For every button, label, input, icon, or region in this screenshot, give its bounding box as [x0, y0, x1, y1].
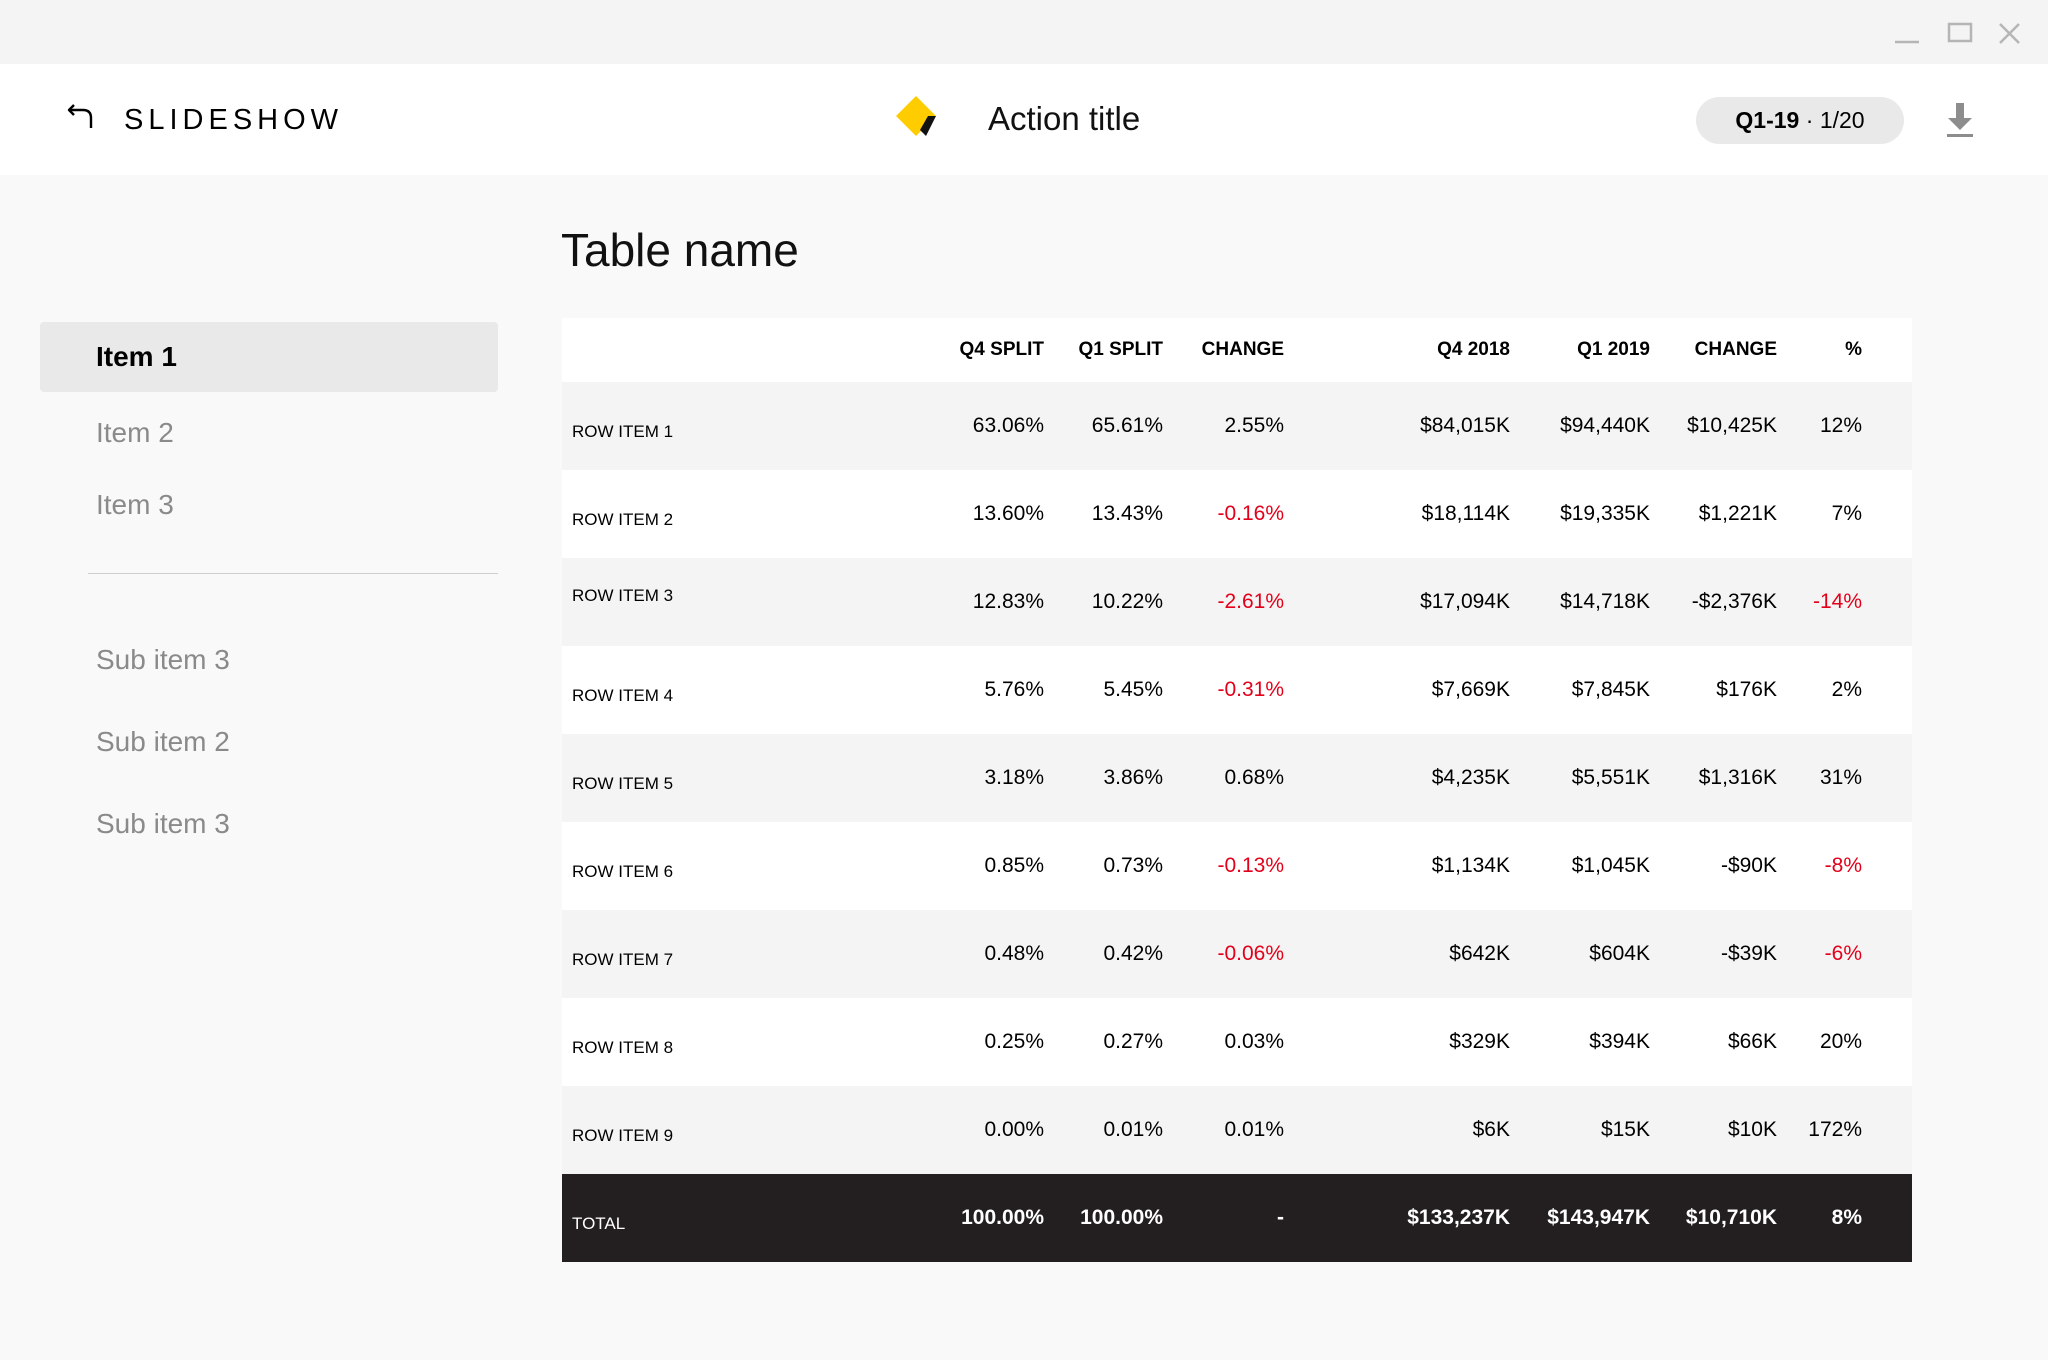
q1-2019-cell: $94,440K — [1560, 414, 1650, 437]
sidebar-sub-item-1[interactable]: Sub item 3 — [96, 644, 230, 676]
pct-cell: 7% — [1831, 502, 1862, 525]
minimize-icon[interactable] — [1892, 18, 1922, 48]
q1-2019-cell: $394K — [1589, 1030, 1650, 1053]
app-title: SLIDESHOW — [124, 104, 344, 136]
q4-2018-cell: $642K — [1449, 942, 1510, 965]
period-separator: · — [1805, 107, 1814, 133]
q4-2018-cell: $7,669K — [1431, 678, 1510, 701]
row-label: ROW ITEM 8 — [572, 1038, 674, 1057]
maximize-icon[interactable] — [1945, 18, 1975, 48]
pct-cell: -14% — [1812, 590, 1862, 613]
table-row: ROW ITEM 4 5.76% 5.45% -0.31% $7,669K $7,845K… — [562, 646, 1912, 734]
q1-split-cell: 0.27% — [1103, 1030, 1163, 1053]
table-row: ROW ITEM 2 13.60% 13.43% -0.16% $18,114K $19,… — [562, 470, 1912, 558]
row-label: ROW ITEM 2 — [572, 510, 674, 529]
pct-cell: 20% — [1819, 1030, 1862, 1053]
pct-cell: 172% — [1808, 1118, 1862, 1141]
split-change-cell: -2.61% — [1217, 590, 1284, 613]
q1-split-cell: 10.22% — [1091, 590, 1163, 613]
q4-2018-cell: $4,235K — [1431, 766, 1510, 789]
q1-2019-cell: $15K — [1600, 1118, 1650, 1141]
split-change-cell: - — [1277, 1206, 1284, 1229]
row-label: ROW ITEM 7 — [572, 950, 674, 969]
row-label: ROW ITEM 9 — [572, 1126, 674, 1145]
q1-2019-cell: $5,551K — [1571, 766, 1650, 789]
q1-2019-cell: $14,718K — [1560, 590, 1650, 613]
action-title: Action title — [988, 100, 1141, 137]
table-row: ROW ITEM 7 0.48% 0.42% -0.06% $642K $604K -$39… — [562, 910, 1912, 998]
split-change-cell: -0.31% — [1217, 678, 1284, 701]
column-header: CHANGE — [1201, 339, 1284, 360]
back-arrow-icon[interactable] — [66, 101, 96, 131]
q1-split-cell: 13.43% — [1091, 502, 1163, 525]
page-indicator: 1/20 — [1819, 107, 1865, 133]
table-row: ROW ITEM 9 0.00% 0.01% 0.01% $6K $15K $10K 172% — [562, 1086, 1912, 1174]
q1-split-cell: 3.86% — [1103, 766, 1163, 789]
q1-2019-cell: $604K — [1589, 942, 1650, 965]
q1-split-cell: 0.42% — [1103, 942, 1163, 965]
q4-2018-cell: $329K — [1449, 1030, 1510, 1053]
brand-logo-icon — [896, 96, 936, 136]
row-label: ROW ITEM 5 — [572, 774, 674, 793]
period-indicator[interactable]: Q1-19 · 1/20 — [1696, 97, 1904, 144]
row-label: ROW ITEM 4 — [572, 686, 674, 705]
row-label: ROW ITEM 6 — [572, 862, 674, 881]
table-header-row: Q4 SPLIT Q1 SPLIT CHANGE Q4 2018 Q1 2019 CHAN… — [562, 318, 1912, 382]
pct-cell: -6% — [1824, 942, 1862, 965]
q1-split-cell: 0.73% — [1103, 854, 1163, 877]
pct-cell: 2% — [1831, 678, 1862, 701]
table-row: ROW ITEM 1 63.06% 65.61% 2.55% $84,015K $94,4… — [562, 382, 1912, 470]
q1-2019-cell: $7,845K — [1571, 678, 1650, 701]
column-header: Q4 2018 — [1437, 339, 1510, 360]
q1-2019-cell: $19,335K — [1560, 502, 1650, 525]
q1-split-cell: 5.45% — [1103, 678, 1163, 701]
column-header: Q1 2019 — [1577, 339, 1650, 360]
column-header: Q1 SPLIT — [1078, 339, 1163, 360]
row-label: ROW ITEM 3 — [572, 586, 674, 605]
split-change-cell: -0.06% — [1217, 942, 1284, 965]
sidebar-item-1[interactable]: Item 1 — [40, 322, 498, 392]
column-header: % — [1845, 339, 1862, 360]
sidebar-sub-item-2[interactable]: Sub item 2 — [96, 726, 230, 758]
q1-2019-cell: $143,947K — [1547, 1206, 1650, 1229]
close-icon[interactable] — [1995, 18, 2025, 48]
split-change-cell: 0.03% — [1224, 1030, 1284, 1053]
q1-2019-cell: $1,045K — [1571, 854, 1650, 877]
table-row: ROW ITEM 3 12.83% 10.22% -2.61% $17,094K $14,… — [562, 558, 1912, 646]
table-total-row: TOTAL 100.00% 100.00% - $133,237K $143,947K $1… — [562, 1174, 1912, 1262]
row-label: ROW ITEM 1 — [572, 422, 674, 441]
data-table: Q4 SPLIT Q1 SPLIT CHANGE Q4 2018 Q1 2019 CHAN… — [562, 318, 1912, 1262]
q4-2018-cell: $18,114K — [1421, 502, 1510, 525]
q4-2018-cell: $1,134K — [1431, 854, 1510, 877]
q4-2018-cell: $84,015K — [1420, 414, 1510, 437]
split-change-cell: 0.68% — [1224, 766, 1284, 789]
q1-split-cell: 0.01% — [1103, 1118, 1163, 1141]
sidebar-item-3[interactable]: Item 3 — [40, 470, 498, 540]
q1-split-cell: 100.00% — [1080, 1206, 1163, 1229]
table-row: ROW ITEM 5 3.18% 3.86% 0.68% $4,235K $5,551K $… — [562, 734, 1912, 822]
split-change-cell: 0.01% — [1224, 1118, 1284, 1141]
q4-2018-cell: $6K — [1472, 1118, 1510, 1141]
app-header: SLIDESHOW Action title Q1-19 · 1/20 — [0, 64, 2048, 175]
table-row: ROW ITEM 6 0.85% 0.73% -0.13% $1,134K $1,045K… — [562, 822, 1912, 910]
period-label: Q1-19 — [1735, 107, 1800, 133]
split-change-cell: -0.16% — [1217, 502, 1284, 525]
pct-cell: -8% — [1824, 854, 1862, 877]
pct-cell: 12% — [1819, 414, 1862, 437]
table-row: ROW ITEM 8 0.25% 0.27% 0.03% $329K $394K $66K 2… — [562, 998, 1912, 1086]
split-change-cell: -0.13% — [1217, 854, 1284, 877]
q1-split-cell: 65.61% — [1091, 414, 1163, 437]
pct-cell: 31% — [1819, 766, 1862, 789]
pct-cell: 8% — [1831, 1206, 1862, 1229]
sidebar-divider — [88, 573, 498, 574]
download-icon[interactable] — [1944, 101, 1976, 139]
window-titlebar — [0, 0, 2048, 64]
sidebar-item-2[interactable]: Item 2 — [40, 398, 498, 468]
split-change-cell: 2.55% — [1224, 414, 1284, 437]
q4-2018-cell: $133,237K — [1407, 1206, 1510, 1229]
q4-2018-cell: $17,094K — [1420, 590, 1510, 613]
table-title: Table name — [561, 224, 799, 276]
sidebar-sub-item-3[interactable]: Sub item 3 — [96, 808, 230, 840]
total-label: TOTAL — [572, 1214, 626, 1233]
